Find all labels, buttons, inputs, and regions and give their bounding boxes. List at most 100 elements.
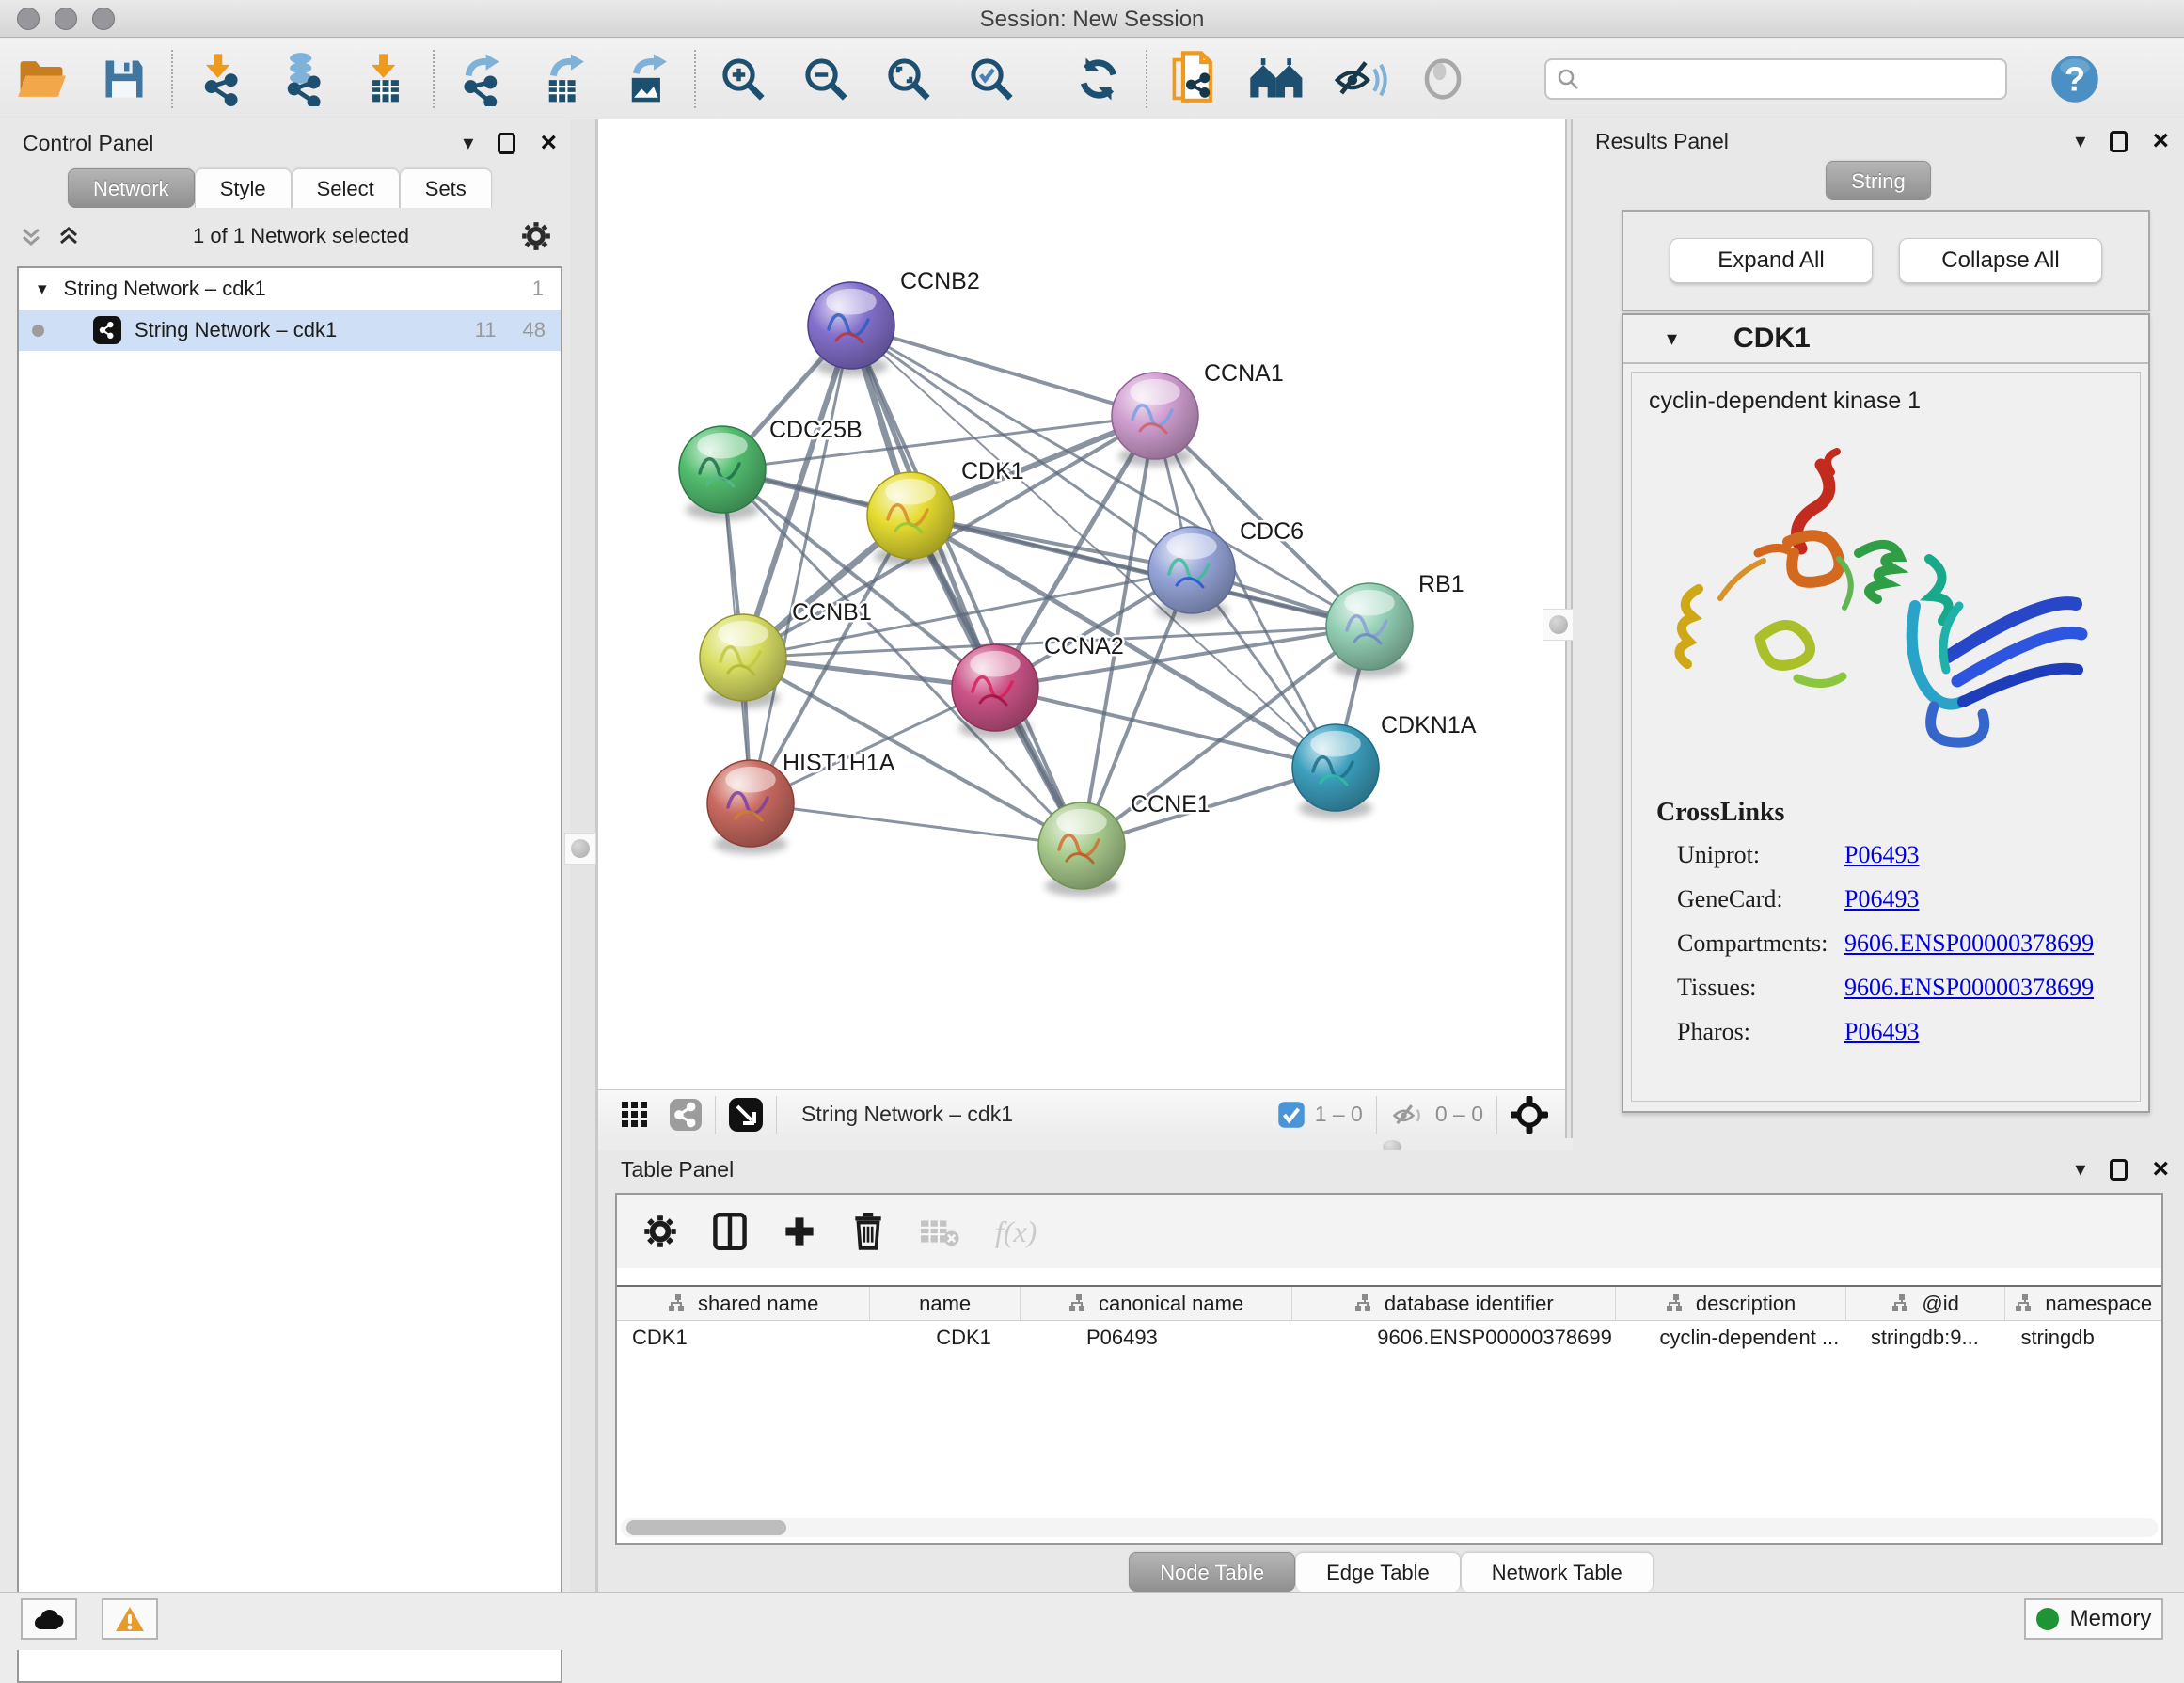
column-header-database-identifier[interactable]: database identifier	[1292, 1287, 1616, 1320]
gray-ball-icon	[1419, 56, 1466, 103]
expand-all-button[interactable]: Expand All	[1670, 238, 1873, 283]
share-file-icon	[1169, 51, 1220, 107]
zoom-in-icon	[718, 54, 768, 104]
uniprot-link[interactable]: P06493	[1844, 841, 1919, 869]
toggle-visibility-button[interactable]	[1319, 44, 1401, 114]
cell-name[interactable]: CDK1	[870, 1321, 1021, 1355]
panel-float-icon[interactable]	[498, 133, 515, 154]
cell-shared-name[interactable]: CDK1	[617, 1321, 870, 1355]
tab-node-table[interactable]: Node Table	[1129, 1552, 1295, 1592]
column-header-namespace[interactable]: namespace	[2005, 1287, 2161, 1320]
table-horizontal-scrollbar[interactable]	[621, 1518, 2158, 1537]
compartments-link[interactable]: 9606.ENSP00000378699	[1844, 929, 2094, 958]
refresh-button[interactable]	[1057, 44, 1140, 114]
cell-database-identifier[interactable]: 9606.ENSP00000378699	[1292, 1321, 1616, 1355]
table-toolbar: f(x)	[617, 1195, 2161, 1268]
export-table-button[interactable]	[523, 44, 606, 114]
right-splitter-grip[interactable]	[1543, 609, 1575, 641]
fit-target-icon[interactable]	[1511, 1096, 1548, 1134]
collection-expander-icon[interactable]: ▾	[38, 278, 47, 300]
birds-eye-view-icon[interactable]	[729, 1098, 763, 1132]
import-database-button[interactable]	[261, 44, 344, 114]
delete-column-trash-icon[interactable]	[852, 1213, 884, 1250]
panel-float-icon[interactable]	[2110, 131, 2128, 152]
panel-close-icon[interactable]: ×	[2152, 1155, 2169, 1183]
panel-collapse-icon[interactable]: ▾	[2075, 1159, 2085, 1180]
share-session-file-button[interactable]	[1153, 44, 1236, 114]
save-session-button[interactable]	[83, 44, 166, 114]
column-header-canonical-name[interactable]: canonical name	[1021, 1287, 1292, 1320]
cell-canonical-name[interactable]: P06493	[1021, 1321, 1292, 1355]
search-input[interactable]	[1588, 67, 1996, 91]
tab-select[interactable]: Select	[292, 168, 400, 208]
left-splitter[interactable]	[570, 119, 598, 1592]
protein-structure-image	[1647, 438, 2136, 777]
string-home-button[interactable]	[1236, 44, 1319, 114]
memory-button[interactable]: Memory	[2024, 1598, 2163, 1640]
left-splitter-grip[interactable]	[564, 833, 596, 865]
graphics-details-button[interactable]	[1401, 44, 1484, 114]
gene-header[interactable]: ▾ CDK1	[1623, 315, 2148, 364]
cell-id[interactable]: stringdb:9...	[1846, 1321, 2006, 1355]
column-header-shared-name[interactable]: shared name	[617, 1287, 870, 1320]
export-image-button[interactable]	[606, 44, 688, 114]
tab-style[interactable]: Style	[195, 168, 292, 208]
genecard-link[interactable]: P06493	[1844, 885, 1919, 913]
open-session-button[interactable]	[0, 44, 83, 114]
gene-name: CDK1	[1733, 323, 1811, 355]
import-table-button[interactable]	[344, 44, 427, 114]
share-view-icon[interactable]	[670, 1099, 702, 1131]
gene-expander-icon[interactable]: ▾	[1667, 326, 1677, 351]
grid-view-icon[interactable]	[621, 1101, 649, 1129]
help-button[interactable]: ?	[2034, 44, 2116, 114]
network-edge[interactable]	[751, 803, 1082, 846]
tab-network-table[interactable]: Network Table	[1461, 1552, 1654, 1592]
panel-close-icon[interactable]: ×	[540, 129, 557, 157]
panel-float-icon[interactable]	[2110, 1159, 2128, 1181]
network-row[interactable]: String Network – cdk1 11 48	[19, 310, 561, 351]
panel-collapse-icon[interactable]: ▾	[2075, 131, 2085, 151]
hidden-eye-icon[interactable]	[1390, 1100, 1426, 1130]
collapse-all-button[interactable]: Collapse All	[1899, 238, 2102, 283]
import-table-icon	[359, 52, 412, 106]
collapse-all-networks-icon[interactable]	[56, 224, 81, 248]
zoom-selected-button[interactable]	[950, 44, 1033, 114]
tab-edge-table[interactable]: Edge Table	[1295, 1552, 1461, 1592]
network-canvas[interactable]: CCNB2CCNA1CDC25BCDK1CDC6RB1CCNB1CCNA2CDK…	[598, 119, 1565, 1089]
import-network-button[interactable]	[179, 44, 261, 114]
refresh-icon	[1073, 54, 1124, 104]
table-settings-gear-icon[interactable]	[643, 1215, 677, 1248]
network-collection-row[interactable]: ▾ String Network – cdk1 1	[19, 268, 561, 310]
zoom-out-button[interactable]	[784, 44, 867, 114]
network-edge[interactable]	[751, 325, 851, 803]
expand-all-networks-icon[interactable]	[19, 224, 43, 248]
export-network-button[interactable]	[440, 44, 523, 114]
warnings-button[interactable]	[102, 1598, 158, 1640]
add-column-icon[interactable]	[783, 1215, 816, 1248]
panel-close-icon[interactable]: ×	[2152, 127, 2169, 155]
panel-collapse-icon[interactable]: ▾	[463, 133, 473, 153]
tissues-link[interactable]: 9606.ENSP00000378699	[1844, 974, 2094, 1002]
show-columns-icon[interactable]	[713, 1213, 747, 1250]
tab-network[interactable]: Network	[68, 168, 195, 208]
column-header-name[interactable]: name	[870, 1287, 1021, 1320]
table-row[interactable]: CDK1 CDK1 P06493 9606.ENSP00000378699 cy…	[617, 1321, 2161, 1355]
cell-namespace[interactable]: stringdb	[2005, 1321, 2161, 1355]
column-header-description[interactable]: description	[1616, 1287, 1845, 1320]
node-label-CDC6: CDC6	[1240, 518, 1304, 545]
column-header-id[interactable]: @id	[1846, 1287, 2006, 1320]
network-edge[interactable]	[851, 325, 1155, 416]
cloud-status-button[interactable]	[21, 1598, 77, 1640]
tab-sets[interactable]: Sets	[400, 168, 492, 208]
zoom-fit-button[interactable]	[867, 44, 950, 114]
cell-description[interactable]: cyclin-dependent ...	[1616, 1321, 1845, 1355]
right-splitter[interactable]	[1565, 119, 1573, 1138]
network-options-gear-icon[interactable]	[521, 221, 551, 251]
string-network-icon	[93, 316, 121, 344]
zoom-in-button[interactable]	[702, 44, 784, 114]
scrollbar-thumb[interactable]	[626, 1520, 786, 1535]
search-field[interactable]	[1544, 58, 2007, 100]
tab-string[interactable]: String	[1826, 161, 1930, 200]
selected-checkbox-icon[interactable]	[1277, 1101, 1306, 1129]
pharos-link[interactable]: P06493	[1844, 1018, 1919, 1046]
